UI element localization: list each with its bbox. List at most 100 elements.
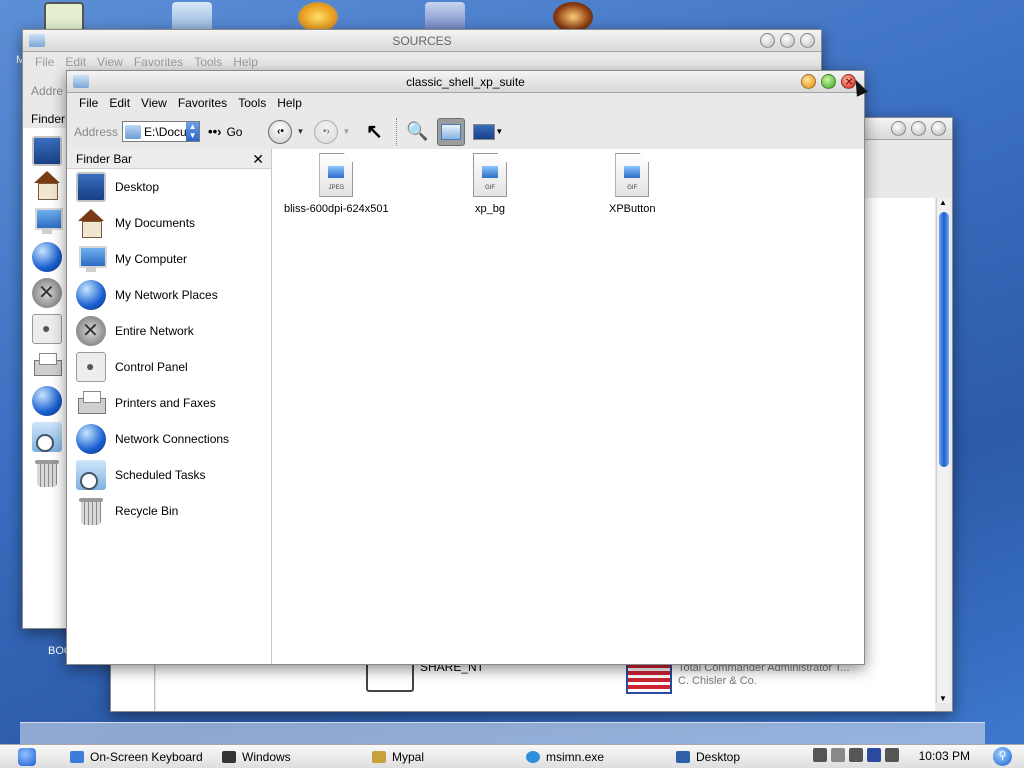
address-dropdown-icon[interactable]: ▲ ▼	[186, 122, 200, 141]
network-x-icon[interactable]	[32, 278, 62, 308]
menu-edit[interactable]: Edit	[107, 96, 139, 110]
menu-file[interactable]: File	[33, 55, 63, 69]
close-button[interactable]	[800, 33, 815, 48]
clock-icon[interactable]	[32, 422, 62, 452]
main-window[interactable]: classic_shell_xp_suite File Edit View Fa…	[66, 70, 865, 665]
forward-button[interactable]: •›	[314, 119, 339, 144]
sidebar-item-recycle-bin[interactable]: Recycle Bin	[67, 493, 271, 529]
sidebar-item-desktop[interactable]: Desktop	[67, 169, 271, 205]
desktop-clock-icon[interactable]	[44, 2, 84, 32]
minimize-button[interactable]	[891, 121, 906, 136]
menu-favorites[interactable]: Favorites	[176, 96, 236, 110]
taskbar-item-msimn[interactable]: msimn.exe	[522, 746, 672, 768]
list-item[interactable]: Total Commander Administrator T... C. Ch…	[626, 662, 850, 694]
arrow-tray-icon[interactable]	[831, 748, 845, 762]
desktop-sun-icon[interactable]	[298, 2, 338, 32]
back-history-dropdown-icon[interactable]: ▼	[296, 127, 304, 136]
folders-button[interactable]	[437, 117, 466, 146]
computer-icon	[76, 244, 107, 274]
search-icon[interactable]: ⚲	[993, 747, 1012, 766]
sidebar-item-my-computer[interactable]: My Computer	[67, 241, 271, 277]
desktop-x-icon[interactable]	[553, 2, 593, 32]
up-folder-button[interactable]: ↖	[360, 118, 388, 146]
menu-edit[interactable]: Edit	[63, 55, 95, 69]
minimize-button[interactable]	[760, 33, 775, 48]
control-panel-icon[interactable]	[32, 314, 62, 344]
toolbar-separator	[396, 117, 398, 146]
file-company: C. Chisler & Co.	[678, 675, 757, 687]
file-item[interactable]: JPEG bliss-600dpi-624x501	[284, 153, 389, 215]
apple-menu-icon[interactable]	[18, 747, 36, 766]
network-tray-icon[interactable]	[867, 748, 881, 762]
outlook-express-icon	[526, 750, 540, 763]
desktop-java-icon[interactable]	[425, 2, 465, 32]
zoom-button[interactable]	[780, 33, 795, 48]
folder-icon	[29, 34, 45, 47]
sources-titlebar[interactable]: SOURCES	[23, 30, 821, 52]
back-button[interactable]: ‹•	[268, 119, 293, 144]
display-tray-icon[interactable]	[885, 748, 899, 762]
sidebar-item-scheduled-tasks[interactable]: Scheduled Tasks	[67, 457, 271, 493]
scroll-down-icon[interactable]: ▼	[939, 694, 947, 703]
keyboard-tray-icon[interactable]	[813, 748, 827, 762]
menu-help[interactable]: Help	[231, 55, 267, 69]
close-button[interactable]	[931, 121, 946, 136]
trash-icon[interactable]	[32, 458, 62, 488]
main-titlebar[interactable]: classic_shell_xp_suite	[67, 70, 864, 93]
file-item[interactable]: GIF XPButton	[609, 153, 655, 215]
gif-file-icon: GIF	[473, 153, 507, 197]
network-x-icon	[76, 316, 106, 346]
sidebar-item-printers-and-faxes[interactable]: Printers and Faxes	[67, 385, 271, 421]
volume-tray-icon[interactable]	[849, 748, 863, 762]
go-button[interactable]: ••› Go	[208, 124, 242, 139]
sidebar-item-my-network-places[interactable]: My Network Places	[67, 277, 271, 313]
menu-favorites[interactable]: Favorites	[132, 55, 192, 69]
clock[interactable]: 10:03 PM	[919, 749, 970, 763]
zoom-button[interactable]	[821, 74, 836, 89]
menu-help[interactable]: Help	[275, 96, 311, 110]
finder-bar-title: Finder Bar	[76, 152, 133, 166]
globe-icon[interactable]	[32, 386, 62, 416]
desktop-folder-icon[interactable]	[172, 2, 212, 32]
home-icon[interactable]	[32, 170, 62, 200]
zoom-button[interactable]	[911, 121, 926, 136]
globe-icon[interactable]	[32, 242, 62, 272]
taskbar-item-desktop[interactable]: Desktop	[672, 746, 822, 768]
main-toolbar: Address E:\Docu ▲ ▼ ••› Go ‹• ▼ •› ▼ ↖ 🔍 …	[67, 113, 864, 151]
list-item[interactable]: SHARE_NT	[366, 660, 484, 692]
sidebar-item-entire-network[interactable]: Entire Network	[67, 313, 271, 349]
menu-tools[interactable]: Tools	[192, 55, 231, 69]
file-view: JPEG bliss-600dpi-624x501 GIF xp_bg GIF …	[272, 149, 864, 664]
forward-history-dropdown-icon[interactable]: ▼	[342, 127, 350, 136]
finder-bar: Finder Bar ✕ Desktop My Documents My Com…	[67, 149, 272, 664]
search-button[interactable]: 🔍	[403, 118, 431, 146]
sidebar-item-label: Control Panel	[115, 360, 188, 374]
taskbar-item-mypal[interactable]: Mypal	[368, 746, 522, 768]
views-icon	[473, 123, 496, 140]
file-item[interactable]: GIF xp_bg	[473, 153, 507, 215]
minimize-button[interactable]	[801, 74, 816, 89]
sidebar-item-control-panel[interactable]: Control Panel	[67, 349, 271, 385]
folder-icon	[441, 123, 462, 140]
menu-file[interactable]: File	[77, 96, 107, 110]
scroll-up-icon[interactable]: ▲	[939, 198, 947, 207]
desktop-icon[interactable]	[32, 136, 62, 166]
menu-tools[interactable]: Tools	[236, 96, 275, 110]
views-button[interactable]: ▼	[471, 118, 505, 146]
close-icon[interactable]: ✕	[252, 149, 264, 169]
sidebar-item-label: Scheduled Tasks	[115, 468, 206, 482]
taskbar-item-on-screen-keyboard[interactable]: On-Screen Keyboard	[66, 746, 218, 768]
window-title: classic_shell_xp_suite	[406, 75, 525, 89]
computer-icon[interactable]	[32, 206, 63, 236]
address-input[interactable]: E:\Docu ▲ ▼	[122, 121, 201, 142]
menu-view[interactable]: View	[139, 96, 176, 110]
printer-icon[interactable]	[32, 350, 62, 380]
taskbar-item-windows[interactable]: Windows	[218, 746, 368, 768]
sidebar-item-my-documents[interactable]: My Documents	[67, 205, 271, 241]
vertical-scrollbar[interactable]: ▲ ▼	[936, 198, 950, 703]
address-label: Address	[74, 124, 119, 139]
menu-view[interactable]: View	[95, 55, 132, 69]
scrollbar-thumb[interactable]	[939, 212, 949, 467]
sidebar-item-network-connections[interactable]: Network Connections	[67, 421, 271, 457]
printer-icon	[76, 388, 106, 418]
